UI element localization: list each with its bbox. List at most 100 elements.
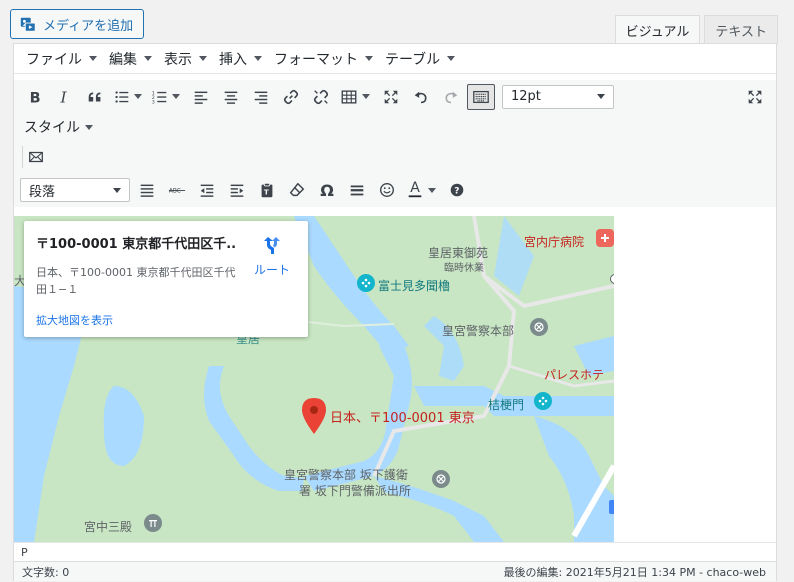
align-center-button[interactable]	[216, 83, 246, 111]
map-marker-icon[interactable]	[302, 398, 326, 434]
table-split[interactable]	[336, 83, 376, 111]
label-kikyomon: 桔梗門	[488, 398, 525, 412]
directions-icon	[263, 237, 280, 254]
text-color-letter: A	[410, 180, 420, 196]
park-poi-icon[interactable]	[357, 274, 375, 292]
map-info-window: 〒100-0001 東京都千代田区千... 日本、〒100-0001 東京都千代…	[24, 221, 308, 337]
tinymce-editor: ファイル 編集 表示 挿入 フォーマット テーブル B I 123 12pt ス…	[13, 43, 777, 581]
bold-button[interactable]: B	[20, 83, 50, 111]
mail-button[interactable]	[23, 143, 49, 171]
bullet-list-button[interactable]	[110, 83, 134, 111]
tab-visual[interactable]: ビジュアル	[614, 15, 701, 44]
park-poi-icon[interactable]	[534, 392, 552, 410]
link-icon	[283, 89, 299, 104]
menu-edit-label: 編集	[109, 51, 137, 68]
strikethrough-button[interactable]: ABC	[162, 176, 192, 204]
insert-link-button[interactable]	[276, 83, 306, 111]
paste-text-button[interactable]: T	[252, 176, 282, 204]
style-menu[interactable]: スタイル	[20, 117, 93, 137]
fullscreen-icon	[748, 90, 762, 103]
expand-icon	[384, 90, 398, 103]
special-character-button[interactable]: Ω	[312, 176, 342, 204]
chevron-down-icon[interactable]	[428, 187, 436, 193]
edge-marker-icon	[609, 500, 614, 514]
shrine-icon[interactable]	[144, 514, 162, 532]
label-police-sakashita-1: 皇宮警察本部 坂下護衛	[284, 468, 408, 482]
font-size-select[interactable]: 12pt	[502, 84, 614, 109]
bullet-list-icon	[115, 90, 129, 103]
bullet-list-split[interactable]	[110, 83, 148, 111]
status-bar: 文字数: 0 最後の編集: 2021年5月21日 1:34 PM - chaco…	[14, 561, 776, 581]
align-left-button[interactable]	[186, 83, 216, 111]
google-map-embed[interactable]: 富士見多聞櫓 皇居東御苑 臨時休業 宮内庁病院 皇宮警察本部 パレスホテ 桔梗門…	[14, 216, 614, 542]
horizontal-rule-icon	[350, 185, 364, 196]
label-rinji-kyugyo: 臨時休業	[444, 263, 484, 274]
text-color-button[interactable]: A	[402, 176, 428, 204]
chevron-down-icon[interactable]	[362, 94, 370, 99]
align-right-icon	[254, 91, 268, 104]
align-right-button[interactable]	[246, 83, 276, 111]
horizontal-rule-button[interactable]	[342, 176, 372, 204]
help-button[interactable]: ?	[442, 176, 472, 204]
undo-icon	[414, 91, 427, 103]
menu-view[interactable]: 表示	[158, 44, 213, 73]
chevron-down-icon	[597, 94, 605, 99]
police-icon[interactable]	[530, 318, 548, 336]
toolbar-row-3	[14, 141, 776, 173]
italic-icon: I	[60, 88, 68, 106]
chevron-down-icon	[144, 56, 152, 61]
justify-button[interactable]	[132, 176, 162, 204]
style-menu-label: スタイル	[24, 120, 80, 136]
larger-map-link[interactable]: 拡大地図を表示	[36, 312, 296, 328]
text-color-split[interactable]: A	[402, 176, 442, 204]
redo-button[interactable]	[436, 83, 466, 111]
numbered-list-split[interactable]: 123	[148, 83, 186, 111]
italic-button[interactable]: I	[50, 83, 80, 111]
add-media-button[interactable]: メディアを追加	[10, 9, 145, 39]
toolbar: B I 123 12pt スタイル 段落 ABC T Ω A ?	[14, 80, 776, 207]
indent-button[interactable]	[222, 176, 252, 204]
label-police-sakashita-2: 署 坂下門警備派出所	[299, 484, 411, 498]
label-kunaicho-hospital: 宮内庁病院	[524, 235, 585, 249]
menu-format[interactable]: フォーマット	[268, 44, 379, 73]
toolbar-row-2: スタイル	[14, 113, 776, 141]
toolbar-toggle-button[interactable]	[467, 83, 495, 110]
format-select[interactable]: 段落	[20, 178, 130, 202]
menu-view-label: 表示	[164, 51, 192, 68]
emoji-button[interactable]	[372, 176, 402, 204]
label-police-hq: 皇宮警察本部	[442, 324, 515, 338]
distraction-free-button[interactable]	[740, 83, 770, 111]
hospital-icon[interactable]	[596, 229, 614, 247]
blockquote-button[interactable]	[80, 83, 110, 111]
last-edit: 最後の編集: 2021年5月21日 1:34 PM - chaco-web	[503, 565, 766, 579]
outdent-button[interactable]	[192, 176, 222, 204]
police-icon[interactable]	[432, 470, 450, 488]
element-path[interactable]: P	[14, 542, 776, 561]
menu-edit[interactable]: 編集	[103, 44, 158, 73]
chevron-down-icon[interactable]	[172, 94, 180, 99]
chevron-down-icon[interactable]	[134, 94, 142, 99]
table-button[interactable]	[336, 83, 362, 111]
media-icon	[20, 17, 36, 32]
undo-button[interactable]	[406, 83, 436, 111]
fullscreen-content-button[interactable]	[376, 83, 406, 111]
menu-table[interactable]: テーブル	[379, 44, 461, 73]
keyboard-icon	[473, 90, 489, 103]
numbered-list-button[interactable]: 123	[148, 83, 172, 111]
route-label: ルート	[253, 263, 290, 277]
label-fujimi-yagura: 富士見多聞櫓	[378, 279, 451, 293]
menu-insert[interactable]: 挿入	[213, 44, 268, 73]
smiley-icon	[380, 183, 394, 197]
editor-content[interactable]: 富士見多聞櫓 皇居東御苑 臨時休業 宮内庁病院 皇宮警察本部 パレスホテ 桔梗門…	[14, 216, 776, 542]
clear-formatting-button[interactable]	[282, 176, 312, 204]
tab-text[interactable]: テキスト	[704, 15, 778, 44]
toolbar-row-4: 段落 ABC T Ω A ?	[14, 173, 776, 207]
route-button[interactable]: ルート	[254, 235, 290, 278]
menu-file[interactable]: ファイル	[20, 44, 103, 73]
svg-text:B: B	[30, 90, 41, 106]
remove-link-button[interactable]	[306, 83, 336, 111]
table-icon	[341, 89, 357, 104]
path-element[interactable]: P	[21, 546, 28, 559]
bold-icon: B	[30, 90, 41, 106]
chevron-down-icon	[199, 56, 207, 61]
